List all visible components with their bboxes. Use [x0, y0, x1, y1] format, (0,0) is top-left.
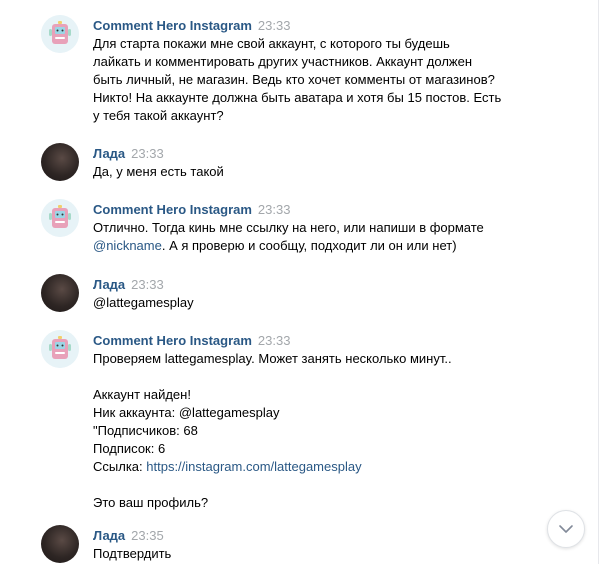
message-line: Подписок: 6 [93, 441, 166, 456]
message-line: Проверяем lattegamesplay. Может занять н… [93, 351, 452, 366]
scroll-down-button[interactable] [547, 510, 585, 548]
author-name[interactable]: Comment Hero Instagram [93, 18, 252, 33]
message-text: Отлично. Тогда кинь мне ссылку на него, … [93, 219, 523, 255]
message-line: у тебя такой аккаунт? [93, 108, 224, 123]
message-header: Comment Hero Instagram 23:33 [93, 18, 290, 34]
message-text: @lattegamesplay [93, 294, 523, 312]
panel-border [598, 0, 599, 564]
message-line: лайкать и комментировать других участник… [93, 54, 473, 69]
bot-icon [41, 15, 79, 53]
bot-icon [41, 330, 79, 368]
message-line: "Подписчиков: 68 [93, 423, 198, 438]
message-time[interactable]: 23:33 [258, 333, 291, 348]
message-line: Отлично. Тогда кинь мне ссылку на него, … [93, 220, 484, 235]
message-line: Подтвердить [93, 546, 172, 561]
message-header: Лада 23:35 [93, 528, 164, 544]
message-header: Лада 23:33 [93, 146, 164, 162]
chevron-down-icon [559, 525, 573, 533]
message-line: Это ваш профиль? [93, 495, 209, 510]
message-line: Никто! На аккаунте должна быть аватара и… [93, 90, 502, 105]
message-line: @nickname. А я проверю и сообщу, подходи… [93, 238, 457, 253]
message-header: Comment Hero Instagram 23:33 [93, 333, 290, 349]
message-header: Comment Hero Instagram 23:33 [93, 202, 290, 218]
message-line: @lattegamesplay [93, 295, 194, 310]
bot-icon [41, 199, 79, 237]
author-name[interactable]: Лада [93, 146, 125, 161]
message-header: Лада 23:33 [93, 277, 164, 293]
message-line: Ник аккаунта: @lattegamesplay [93, 405, 280, 420]
user-avatar[interactable] [41, 525, 79, 563]
author-name[interactable]: Comment Hero Instagram [93, 202, 252, 217]
profile-link[interactable]: https://instagram.com/lattegamesplay [146, 459, 361, 474]
message-line-text: А я проверю и сообщу, подходит ли он или… [169, 238, 457, 253]
message-time[interactable]: 23:35 [131, 528, 164, 543]
message-time[interactable]: 23:33 [131, 277, 164, 292]
message-text: Для старта покажи мне свой аккаунт, с ко… [93, 35, 523, 125]
author-name[interactable]: Лада [93, 277, 125, 292]
bot-avatar[interactable] [41, 199, 79, 237]
message-time[interactable]: 23:33 [258, 202, 291, 217]
message-text: Подтвердить [93, 545, 523, 563]
message-line: Ссылка: https://instagram.com/lattegames… [93, 458, 523, 476]
message-time[interactable]: 23:33 [258, 18, 291, 33]
message-line-text: Ссылка: [93, 459, 143, 474]
message-line: Для старта покажи мне свой аккаунт, с ко… [93, 36, 450, 51]
message-time[interactable]: 23:33 [131, 146, 164, 161]
nickname-link[interactable]: @nickname [93, 238, 162, 253]
message-line: Да, у меня есть такой [93, 164, 224, 179]
bot-avatar[interactable] [41, 330, 79, 368]
message-text: Да, у меня есть такой [93, 163, 523, 181]
message-line: Аккаунт найден! [93, 387, 191, 402]
bot-avatar[interactable] [41, 15, 79, 53]
message-text: Проверяем lattegamesplay. Может занять н… [93, 350, 523, 512]
author-name[interactable]: Comment Hero Instagram [93, 333, 252, 348]
user-avatar[interactable] [41, 143, 79, 181]
message-line: быть личный, не магазин. Ведь кто хочет … [93, 72, 495, 87]
author-name[interactable]: Лада [93, 528, 125, 543]
user-avatar[interactable] [41, 274, 79, 312]
chat-history: Comment Hero Instagram 23:33 Для старта п… [0, 0, 601, 564]
